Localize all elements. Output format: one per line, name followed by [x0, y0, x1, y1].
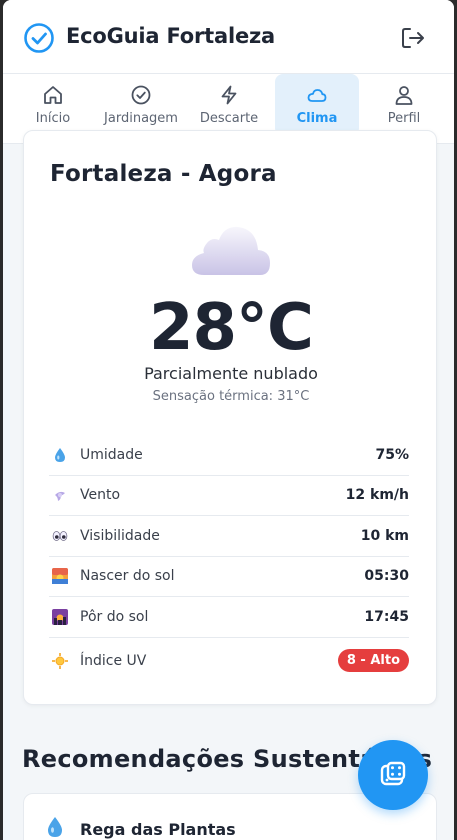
tab-label: Clima — [296, 111, 338, 126]
tab-label: Início — [35, 111, 71, 126]
detail-value: 12 km/h — [345, 487, 409, 504]
sunset-icon — [52, 608, 68, 625]
detail-row-humidity: Umidade 75% — [49, 435, 409, 476]
sunrise-icon — [52, 568, 68, 585]
app-frame: EcoGuia Fortaleza Início Jardinagem Desc… — [3, 0, 454, 840]
tab-jardinagem[interactable]: Jardinagem — [99, 74, 183, 136]
user-icon — [395, 86, 413, 105]
detail-value: 75% — [375, 446, 409, 463]
detail-label: Nascer do sol — [80, 568, 175, 585]
chat-fab-button[interactable] — [358, 740, 428, 810]
weather-card: Fortaleza - Agora 28°C Parcialmente nubl… — [23, 130, 437, 705]
wind-icon — [55, 492, 65, 502]
app-header: EcoGuia Fortaleza — [3, 0, 454, 74]
cloud-icon — [192, 226, 270, 275]
eyes-icon — [52, 530, 68, 541]
temperature: 28°C — [148, 291, 314, 365]
app-title: EcoGuia Fortaleza — [66, 24, 276, 48]
detail-value: 05:30 — [364, 568, 409, 585]
tab-perfil[interactable]: Perfil — [362, 74, 446, 136]
detail-row-visibility: Visibilidade 10 km — [49, 516, 409, 557]
tab-inicio[interactable]: Início — [11, 74, 95, 136]
tab-descarte[interactable]: Descarte — [187, 74, 271, 136]
detail-label: Pôr do sol — [80, 608, 149, 625]
lightning-icon — [221, 85, 237, 105]
detail-row-uv: Índice UV 8 - Alto — [49, 638, 409, 684]
tab-label: Perfil — [387, 111, 421, 126]
droplet-icon — [48, 817, 62, 837]
detail-value: 10 km — [360, 527, 409, 544]
tab-label: Jardinagem — [104, 111, 178, 126]
detail-label: Índice UV — [80, 652, 147, 669]
detail-row-wind: Vento 12 km/h — [49, 476, 409, 516]
weather-title: Fortaleza - Agora — [50, 161, 277, 187]
check-circle-icon — [24, 23, 54, 53]
weather-details: Umidade 75% Vento 12 km/h Visibilidade 1… — [49, 435, 409, 684]
home-icon — [44, 86, 62, 104]
feels-like: Sensação térmica: 31°C — [152, 389, 310, 404]
cloud-icon — [307, 89, 327, 102]
detail-label: Umidade — [80, 446, 143, 463]
logout-icon[interactable] — [399, 24, 427, 52]
tab-clima[interactable]: Clima — [275, 74, 359, 136]
chat-dice-icon — [380, 761, 406, 786]
detail-row-sunrise: Nascer do sol 05:30 — [49, 557, 409, 597]
tab-label: Descarte — [199, 111, 259, 126]
detail-value: 17:45 — [364, 608, 409, 625]
weather-condition: Parcialmente nublado — [144, 364, 318, 383]
detail-label: Vento — [80, 487, 121, 504]
detail-label: Visibilidade — [80, 527, 160, 544]
check-circle-icon — [131, 85, 151, 105]
uv-badge: 8 - Alto — [337, 649, 409, 672]
sun-icon — [52, 652, 68, 669]
droplet-icon — [55, 447, 65, 462]
detail-row-sunset: Pôr do sol 17:45 — [49, 597, 409, 638]
recommendation-item-title: Rega das Plantas — [80, 820, 236, 839]
